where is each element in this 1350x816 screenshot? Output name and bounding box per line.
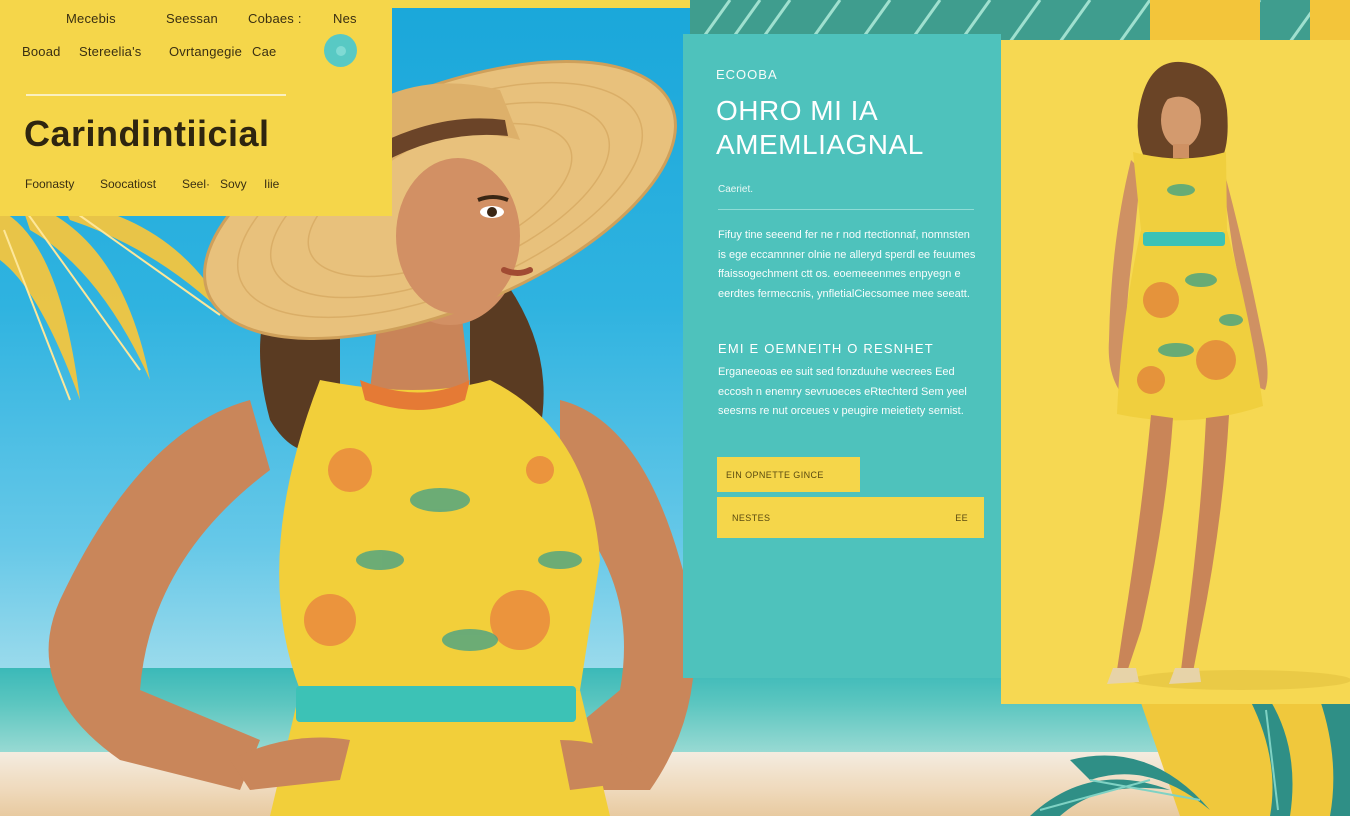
headline-line-1: OHRO MI IA [716, 95, 879, 126]
eyebrow-label: ECOOBA [716, 67, 778, 82]
primary-cta-button[interactable]: EIN OPNETTE GINCE [717, 457, 860, 492]
collection-info-panel: ECOOBA OHRO MI IA AMEMLIAGNAL Caeriet. F… [683, 34, 1001, 678]
nav-link-5[interactable]: Booad [22, 44, 61, 59]
headline-line-2: AMEMLIAGNAL [716, 129, 924, 160]
category-link-4[interactable]: Sovy [220, 177, 247, 191]
nav-link-3[interactable]: Cobaes : [248, 11, 302, 26]
nav-link-2[interactable]: Seessan [166, 11, 218, 26]
primary-cta-label: EIN OPNETTE GINCE [726, 469, 824, 480]
brand-title: Carindintiicial [24, 113, 270, 154]
product-model-image[interactable] [1001, 40, 1350, 704]
nav-link-7[interactable]: Ovrtangegie [169, 44, 242, 59]
headline-caption: Caeriet. [718, 184, 754, 195]
collection-headline: OHRO MI IA AMEMLIAGNAL [716, 94, 986, 162]
secondary-cta-label: NESTES [732, 512, 771, 523]
secondary-cta-button[interactable]: NESTES EE [717, 497, 984, 538]
category-link-5[interactable]: Iiie [264, 177, 279, 191]
menu-toggle-button[interactable] [324, 34, 357, 67]
category-link-2[interactable]: Soocatiost [100, 177, 156, 191]
product-showcase-panel [1001, 40, 1350, 704]
category-link-1[interactable]: Foonasty [25, 177, 74, 191]
nav-link-4[interactable]: Nes [333, 11, 357, 26]
description-paragraph-1: Fifuy tine seeend fer ne r nod rtectionn… [718, 229, 976, 300]
nav-link-6[interactable]: Stereelia's [79, 44, 142, 59]
brand-nav-panel: Mecebis Seessan Cobaes : Nes Booad Stere… [0, 0, 392, 216]
circle-icon [335, 45, 346, 56]
secondary-cta-suffix: EE [955, 512, 968, 523]
nav-divider [26, 94, 286, 96]
category-link-3[interactable]: Seel· [182, 177, 210, 191]
nav-link-8[interactable]: Cae [252, 44, 276, 59]
description-paragraph-2: Erganeeoas ee suit sed fonzduuhe wecrees… [718, 366, 967, 417]
info-divider [718, 209, 974, 210]
section-subhead: EMI E OEMNEITH O RESNHET [718, 341, 934, 356]
nav-link-1[interactable]: Mecebis [66, 11, 116, 26]
palm-leaves-bottom-right-icon [1030, 700, 1350, 816]
